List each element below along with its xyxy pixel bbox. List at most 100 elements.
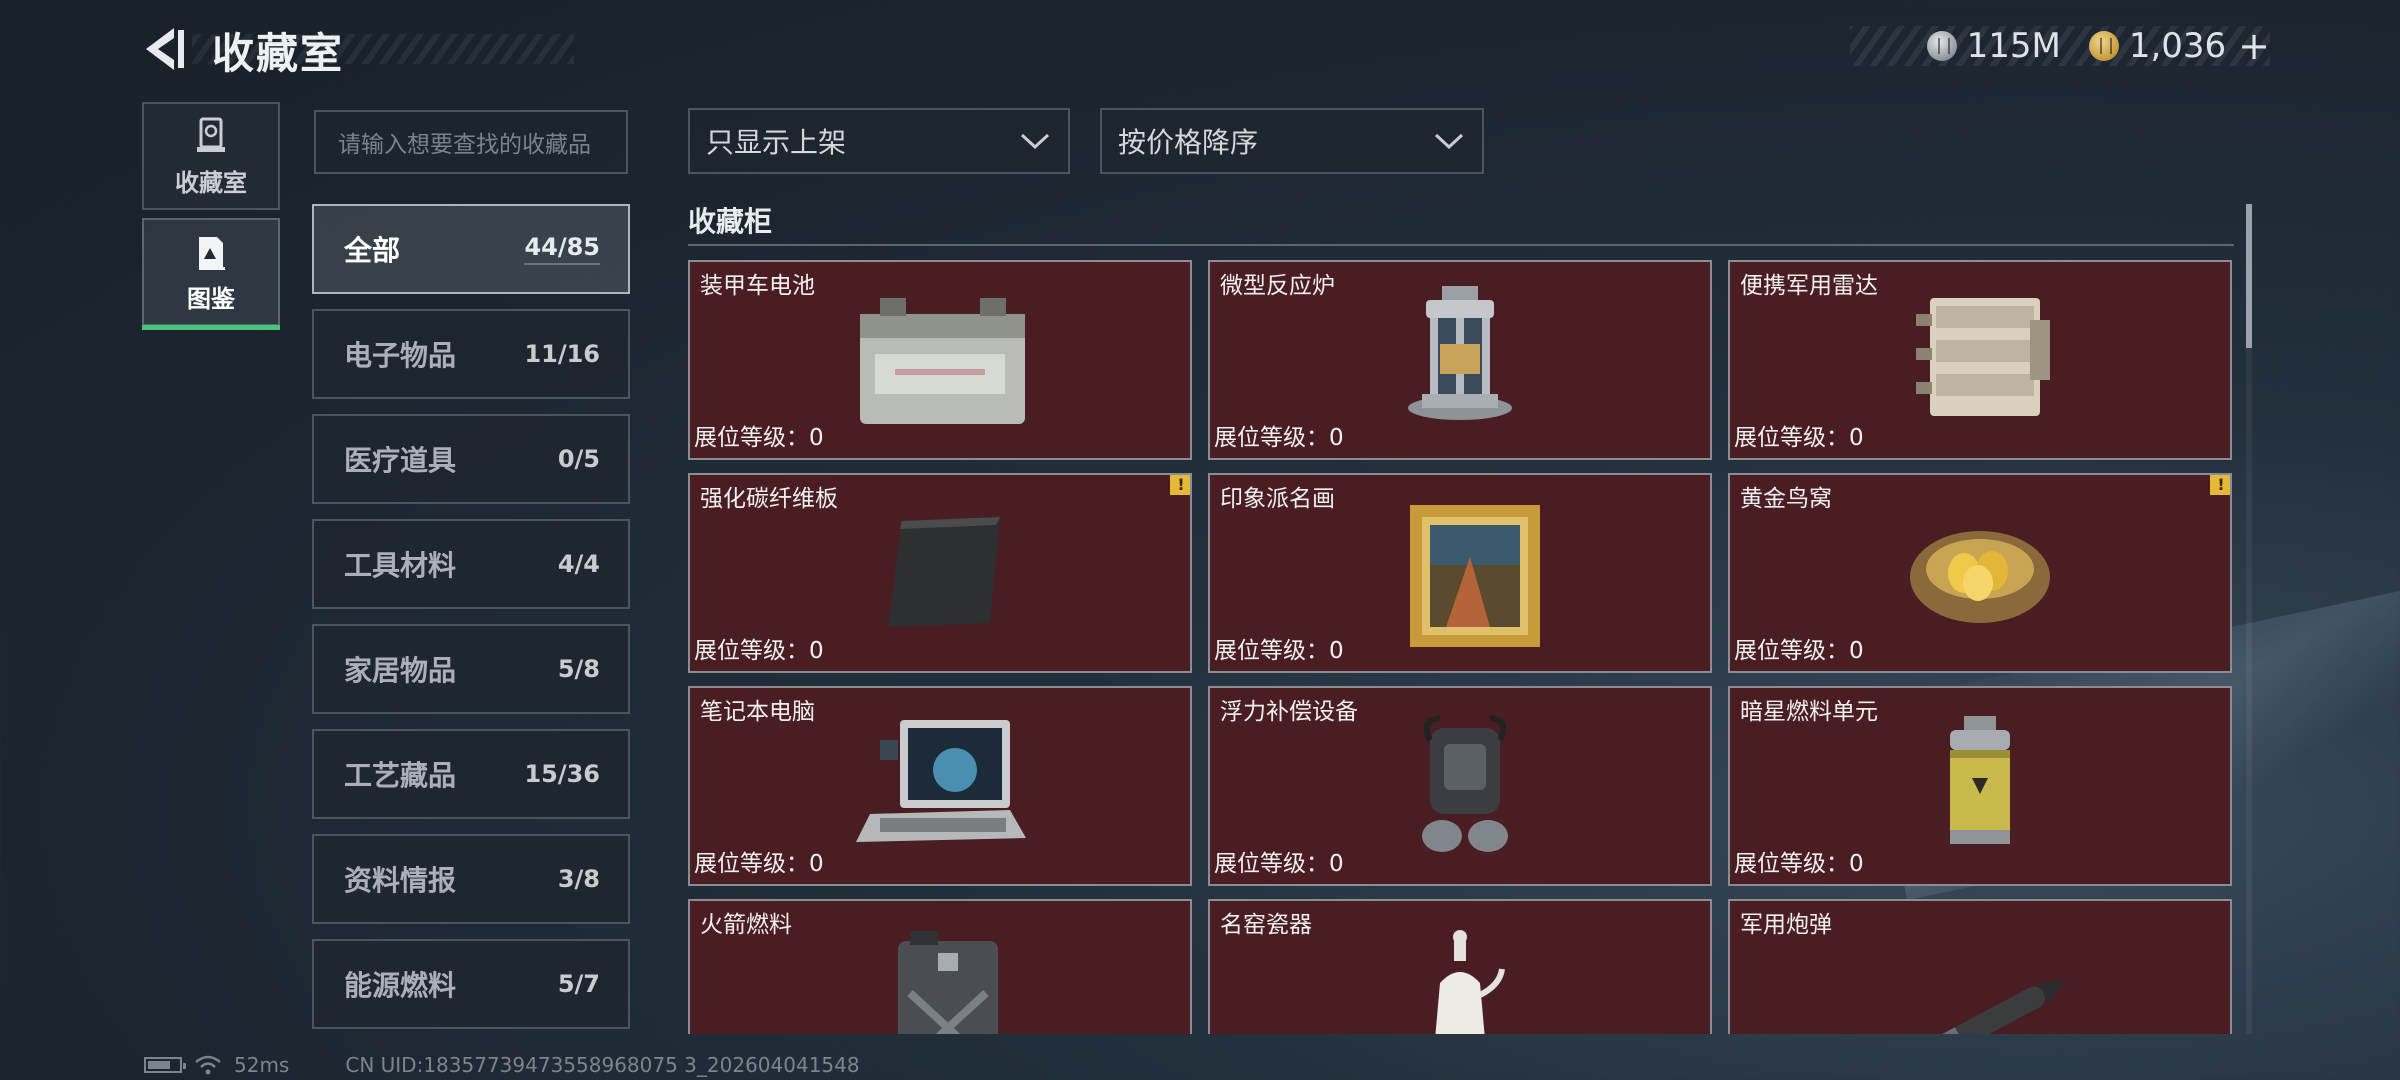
ping-value: 52ms	[234, 1053, 290, 1077]
level-value: 0	[1849, 851, 1864, 877]
shelf-filter-dropdown[interactable]: 只显示上架	[688, 108, 1070, 174]
buoyancy-device-item-icon	[1422, 715, 1508, 852]
codex-icon	[199, 236, 225, 270]
wifi-icon	[195, 1055, 221, 1075]
level-value: 0	[809, 851, 824, 877]
item-name: 微型反应炉	[1220, 273, 1335, 299]
item-card[interactable]: ! 强化碳纤维板 展位等级：0	[688, 473, 1192, 673]
carbon-plate-item-icon	[888, 517, 1000, 627]
level-label: 展位等级：	[1214, 851, 1329, 877]
item-card[interactable]: 火箭燃料 展位等级：	[688, 899, 1192, 1034]
warning-badge: !	[2210, 475, 2230, 495]
item-name: 暗星燃料单元	[1740, 699, 1878, 725]
item-card[interactable]: 名窑瓷器 展位等级：	[1208, 899, 1712, 1034]
item-card[interactable]: 笔记本电脑 展位等级：0	[688, 686, 1192, 886]
item-card[interactable]: 微型反应炉 展位等级：0	[1208, 260, 1712, 460]
item-name: 笔记本电脑	[700, 699, 815, 725]
level-label: 展位等级：	[1214, 638, 1329, 664]
level-label: 展位等级：	[694, 851, 809, 877]
category-count: 0/5	[557, 445, 600, 473]
battery-item-icon	[860, 298, 1025, 424]
fuel-cell-item-icon	[1950, 716, 2010, 844]
level-label: 展位等级：	[1214, 425, 1329, 451]
item-card[interactable]: 装甲车电池 展位等级：0	[688, 260, 1192, 460]
category-count: 5/8	[557, 655, 600, 683]
top-bar: 收藏室 115M 1,036 +	[0, 0, 2400, 96]
collection-grid: 装甲车电池 展位等级：0 微型反应炉 展位等级：0 便携军用雷达 展位等级：0 …	[688, 260, 2234, 1034]
chevron-down-icon	[1020, 133, 1050, 150]
category-name: 资料情报	[344, 864, 457, 897]
category-tools[interactable]: 工具材料 4/4	[312, 519, 630, 609]
category-name: 全部	[344, 234, 401, 267]
side-nav: 收藏室 图鉴	[142, 102, 280, 334]
currency-gold: 1,036 +	[2088, 24, 2270, 68]
level-value: 0	[1849, 638, 1864, 664]
item-card[interactable]: 暗星燃料单元 展位等级：0	[1728, 686, 2232, 886]
category-intel[interactable]: 资料情报 3/8	[312, 834, 630, 924]
page-title: 收藏室	[212, 29, 345, 78]
side-tab-collection-room[interactable]: 收藏室	[142, 102, 280, 210]
side-tab-label: 图鉴	[187, 284, 235, 313]
sort-dropdown[interactable]: 按价格降序	[1100, 108, 1484, 174]
item-name: 装甲车电池	[700, 273, 815, 299]
silver-coin-icon	[1926, 31, 1957, 61]
level-label: 展位等级：	[1734, 425, 1849, 451]
porcelain-item-icon	[1435, 930, 1505, 1034]
chevron-down-icon	[1434, 133, 1464, 150]
category-count: 3/8	[557, 865, 600, 893]
item-card[interactable]: 印象派名画 展位等级：0	[1208, 473, 1712, 673]
user-uid: CN UID:18357739473558968075 3_2026040415…	[345, 1053, 860, 1077]
level-value: 0	[1329, 851, 1344, 877]
item-name: 军用炮弹	[1740, 912, 1832, 938]
side-tab-label: 收藏室	[175, 168, 247, 197]
dropdown-value: 只显示上架	[706, 126, 847, 159]
radar-item-icon	[1916, 298, 2050, 416]
search-input[interactable]: 请输入想要查找的收藏品	[314, 110, 628, 174]
section-divider	[688, 244, 2234, 246]
currency-silver: 115M	[1926, 26, 2061, 66]
painting-item-icon	[1410, 505, 1540, 647]
scrollbar-thumb[interactable]	[2246, 204, 2252, 348]
item-name: 印象派名画	[1220, 486, 1335, 512]
level-label: 展位等级：	[694, 638, 809, 664]
currency-bar: 115M 1,036 +	[1850, 24, 2270, 68]
category-list: 全部 44/85 电子物品 11/16 医疗道具 0/5 工具材料 4/4 家居…	[312, 204, 630, 1044]
collection-room-icon	[197, 117, 225, 152]
item-name: 黄金鸟窝	[1740, 486, 1832, 512]
item-name: 浮力补偿设备	[1220, 699, 1358, 725]
item-card[interactable]: 军用炮弹 展位等级：	[1728, 899, 2232, 1034]
category-name: 医疗道具	[344, 444, 457, 477]
category-crafts[interactable]: 工艺藏品 15/36	[312, 729, 630, 819]
item-name: 名窑瓷器	[1220, 912, 1312, 938]
add-currency-button[interactable]: +	[2238, 24, 2270, 68]
category-electronics[interactable]: 电子物品 11/16	[312, 309, 630, 399]
level-value: 0	[809, 425, 824, 451]
level-value: 0	[1849, 425, 1864, 451]
category-household[interactable]: 家居物品 5/8	[312, 624, 630, 714]
item-name: 火箭燃料	[700, 912, 792, 938]
category-name: 工艺藏品	[344, 759, 457, 792]
category-count: 11/16	[524, 340, 600, 368]
status-footer: 52ms CN UID:18357739473558968075 3_20260…	[144, 1052, 860, 1078]
section-title: 收藏柜	[688, 205, 773, 238]
silver-amount: 115M	[1966, 26, 2061, 66]
item-card[interactable]: 便携军用雷达 展位等级：0	[1728, 260, 2232, 460]
category-fuel[interactable]: 能源燃料 5/7	[312, 939, 630, 1029]
category-count: 44/85	[524, 233, 600, 265]
item-card[interactable]: ! 黄金鸟窝 展位等级：0	[1728, 473, 2232, 673]
item-card[interactable]: 浮力补偿设备 展位等级：0	[1208, 686, 1712, 886]
level-value: 0	[1329, 425, 1344, 451]
level-value: 0	[809, 638, 824, 664]
side-tab-codex[interactable]: 图鉴	[142, 218, 280, 330]
category-name: 家居物品	[344, 654, 457, 687]
level-label: 展位等级：	[1734, 851, 1849, 877]
category-name: 能源燃料	[344, 969, 457, 1002]
gold-coin-icon	[2088, 31, 2119, 61]
category-medical[interactable]: 医疗道具 0/5	[312, 414, 630, 504]
item-name: 强化碳纤维板	[700, 486, 838, 512]
category-name: 工具材料	[344, 549, 457, 582]
category-all[interactable]: 全部 44/85	[312, 204, 630, 294]
shell-item-icon	[1909, 980, 2067, 1034]
warning-badge: !	[1170, 475, 1190, 495]
back-arrow-icon[interactable]	[140, 24, 190, 74]
